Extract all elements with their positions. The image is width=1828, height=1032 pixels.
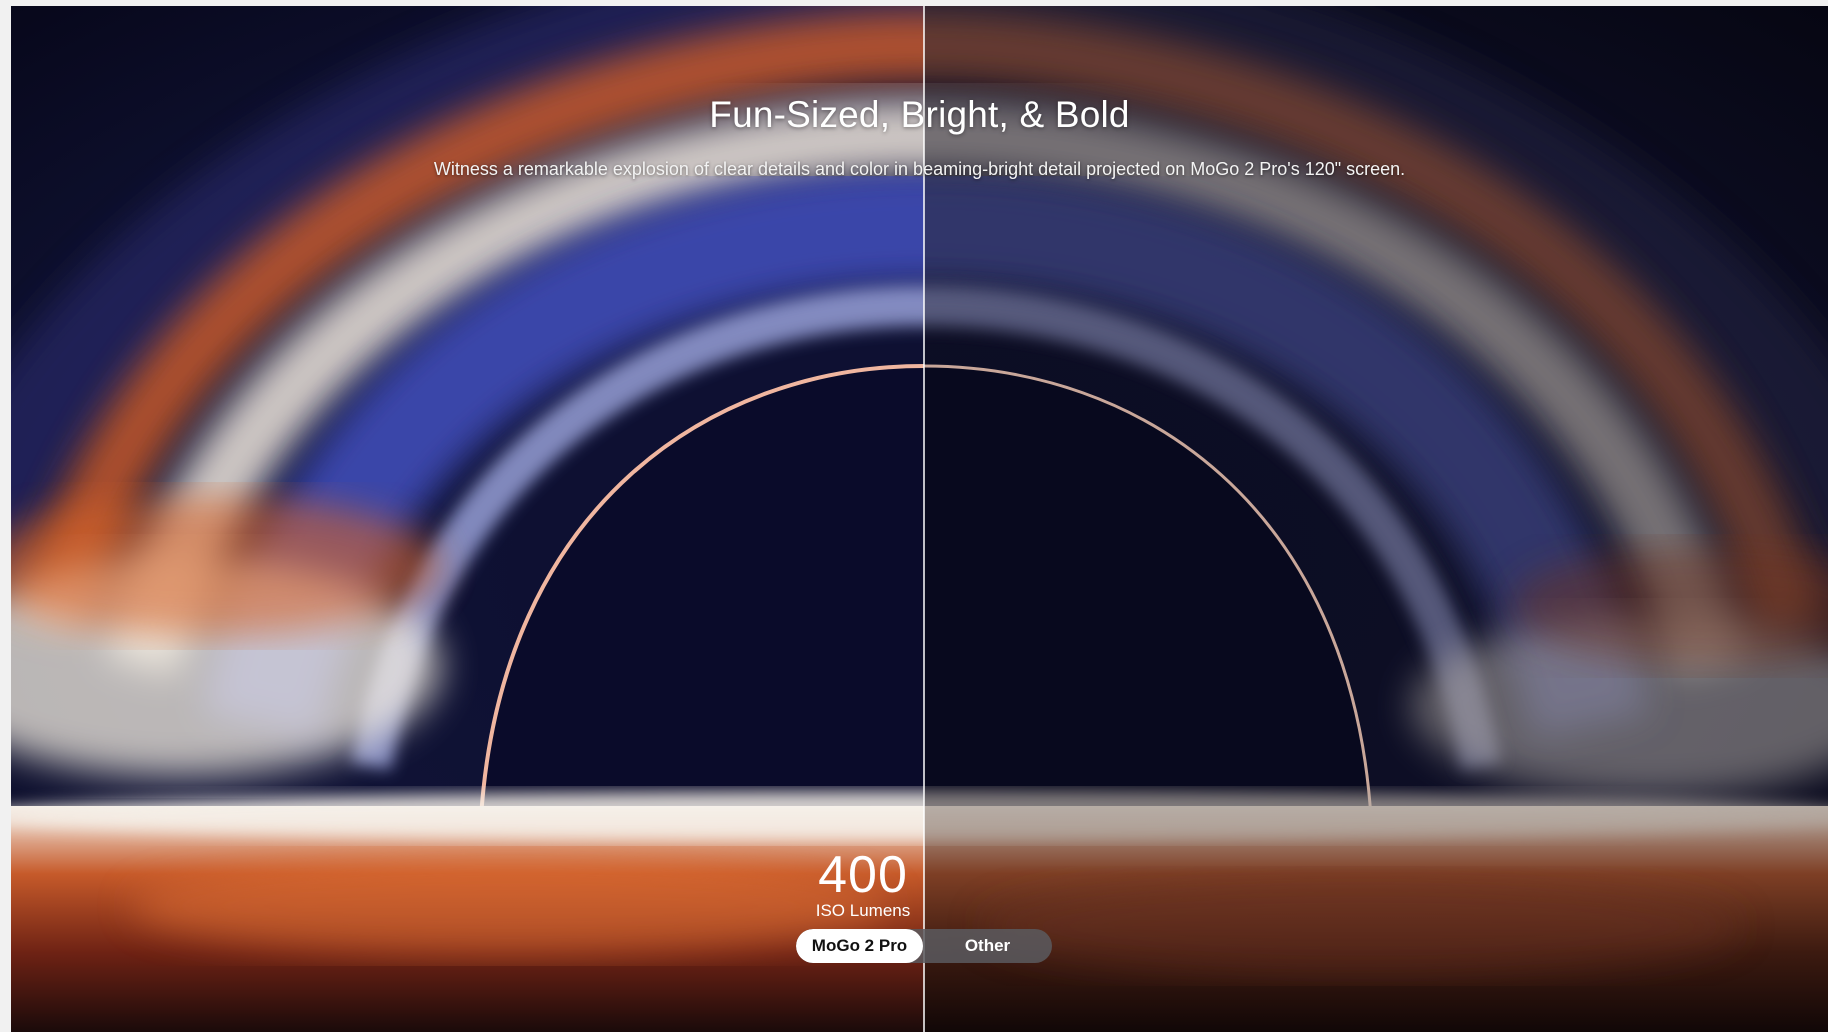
section-subline: Witness a remarkable explosion of clear … <box>433 159 1406 179</box>
section-headline: Fun-Sized, Bright, & Bold <box>709 94 1130 135</box>
stat-value: 400 <box>818 846 908 904</box>
toggle-mogo-2-pro[interactable]: MoGo 2 Pro <box>796 929 923 963</box>
toggle-other[interactable]: Other <box>923 929 1052 963</box>
comparison-stage: Fun-Sized, Bright, & Bold Witness a rema… <box>11 6 1828 1032</box>
brightness-stat: 400 ISO Lumens <box>791 849 935 921</box>
comparison-toggle: MoGo 2 Pro Other <box>796 929 1052 963</box>
stat-unit: ISO Lumens <box>815 901 911 920</box>
